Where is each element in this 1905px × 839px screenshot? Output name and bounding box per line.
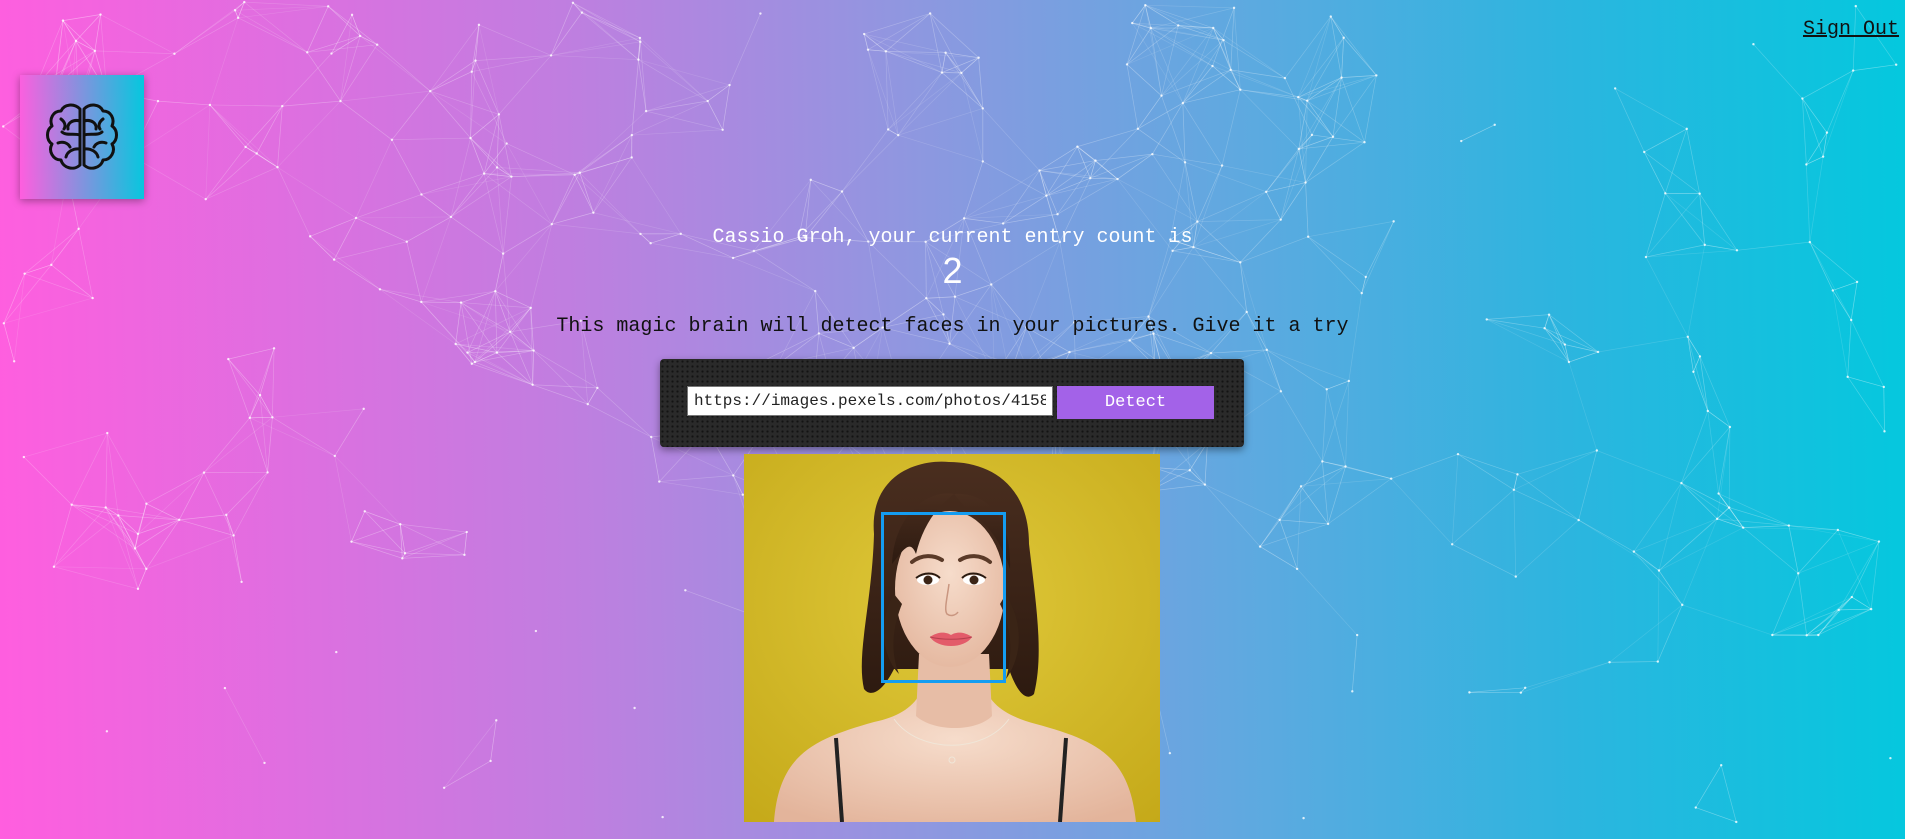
sign-out-link[interactable]: Sign Out <box>1803 18 1899 41</box>
image-url-form: Detect <box>660 359 1244 447</box>
logo-card <box>20 75 144 199</box>
brain-icon <box>46 103 118 170</box>
detect-button[interactable]: Detect <box>1057 386 1214 419</box>
face-image-container <box>744 454 1160 822</box>
image-url-input[interactable] <box>687 386 1053 416</box>
face-bounding-box <box>881 512 1006 683</box>
entry-count-value: 2 <box>942 250 963 291</box>
entry-count-text: Cassio Groh, your current entry count is <box>712 226 1193 249</box>
description-text: This magic brain will detect faces in yo… <box>556 315 1349 338</box>
